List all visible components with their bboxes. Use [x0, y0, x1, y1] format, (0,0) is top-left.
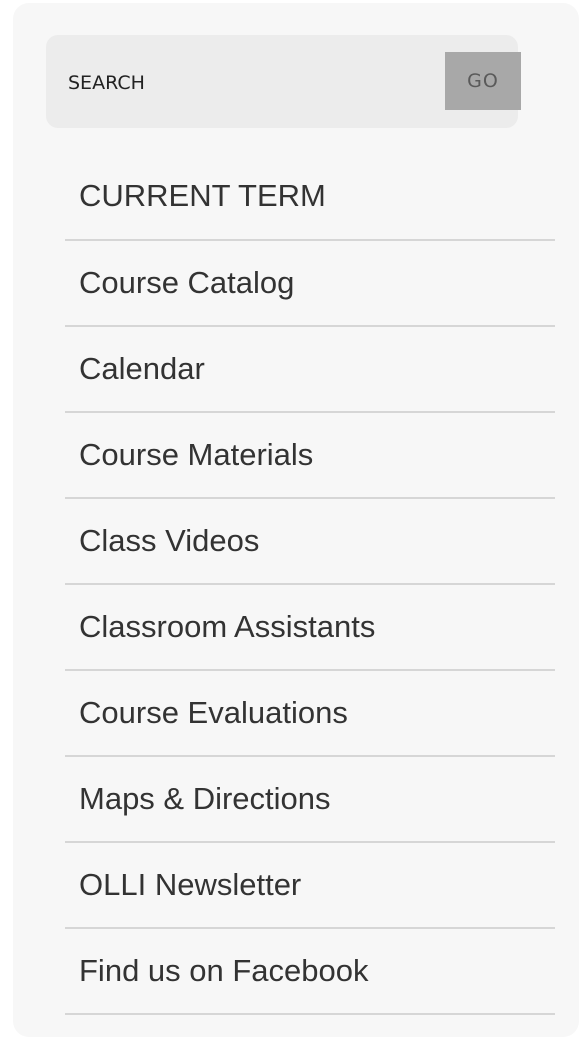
- sidebar-nav: CURRENT TERM Course Catalog Calendar Cou…: [65, 153, 555, 1015]
- sidebar-item-course-materials[interactable]: Course Materials: [65, 413, 555, 499]
- sidebar-item-find-us-on-facebook[interactable]: Find us on Facebook: [65, 929, 555, 1015]
- sidebar-item-label: Find us on Facebook: [79, 953, 369, 988]
- sidebar-item-label: Calendar: [79, 351, 205, 386]
- sidebar-item-label: Classroom Assistants: [79, 609, 376, 644]
- go-button[interactable]: GO: [445, 52, 521, 110]
- search-input[interactable]: [68, 69, 398, 97]
- sidebar-item-label: Course Catalog: [79, 265, 295, 300]
- sidebar-item-class-videos[interactable]: Class Videos: [65, 499, 555, 585]
- sidebar-item-label: Maps & Directions: [79, 781, 331, 816]
- sidebar-item-olli-newsletter[interactable]: OLLI Newsletter: [65, 843, 555, 929]
- sidebar-item-course-catalog[interactable]: Course Catalog: [65, 241, 555, 327]
- sidebar-panel: GO CURRENT TERM Course Catalog Calendar …: [13, 3, 579, 1037]
- sidebar-item-label: Course Materials: [79, 437, 314, 472]
- sidebar-item-classroom-assistants[interactable]: Classroom Assistants: [65, 585, 555, 671]
- sidebar-item-calendar[interactable]: Calendar: [65, 327, 555, 413]
- sidebar-item-current-term[interactable]: CURRENT TERM: [65, 153, 555, 241]
- search-bar: GO: [46, 35, 521, 128]
- sidebar-item-maps-directions[interactable]: Maps & Directions: [65, 757, 555, 843]
- sidebar-item-label: Course Evaluations: [79, 695, 348, 730]
- sidebar-item-course-evaluations[interactable]: Course Evaluations: [65, 671, 555, 757]
- sidebar-item-label: Class Videos: [79, 523, 260, 558]
- sidebar-item-label: CURRENT TERM: [79, 178, 326, 213]
- sidebar-item-label: OLLI Newsletter: [79, 867, 302, 902]
